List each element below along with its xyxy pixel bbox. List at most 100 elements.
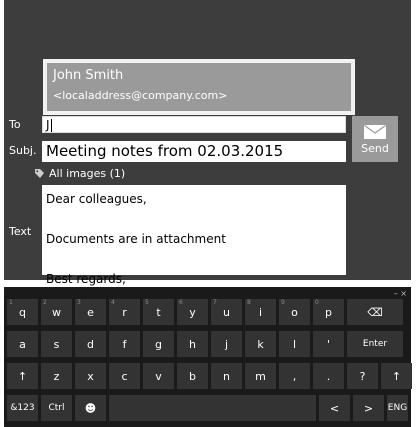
key-label: c [121, 369, 128, 383]
key-label: ↑ [391, 369, 402, 383]
key-l[interactable]: l [279, 331, 310, 357]
key-f[interactable]: f [109, 331, 140, 357]
backspace-key[interactable]: ⌫ [347, 299, 403, 325]
key-number-hint: 0 [315, 299, 319, 306]
key-label: h [189, 337, 196, 351]
key-label: ⌫ [367, 305, 383, 319]
key-p[interactable]: 0p [313, 299, 344, 325]
key-s[interactable]: s [41, 331, 72, 357]
key-apostrophe[interactable]: ' [313, 331, 344, 357]
key-number-hint: 4 [111, 299, 115, 306]
shift-left-key[interactable]: ↑ [7, 363, 38, 389]
key-label: a [19, 337, 26, 351]
key-label: x [87, 369, 94, 383]
to-label: To [9, 118, 21, 131]
key-t[interactable]: 5t [143, 299, 174, 325]
message-body[interactable]: Dear colleagues, Documents are in attach… [42, 185, 346, 286]
shift-right-key[interactable]: ↑ [381, 363, 412, 389]
key-number-hint: 3 [77, 299, 81, 306]
key-label: < [329, 401, 340, 415]
email-compose-panel: John Smith <localaddress@company.com> To… [4, 0, 411, 286]
cursor-right-key[interactable]: > [353, 395, 384, 421]
key-g[interactable]: g [143, 331, 174, 357]
keyboard-window-controls[interactable]: – × [394, 289, 407, 298]
key-u[interactable]: 7u [211, 299, 242, 325]
attachments-label: All images (1) [49, 167, 126, 180]
key-label: b [189, 369, 196, 383]
key-k[interactable]: k [245, 331, 276, 357]
key-label: ? [359, 369, 366, 383]
key-number-hint: 8 [247, 299, 251, 306]
key-m[interactable]: m [245, 363, 276, 389]
contact-suggestion[interactable]: John Smith <localaddress@company.com> [43, 59, 355, 115]
key-number-hint: 6 [179, 299, 183, 306]
send-button[interactable]: Send [352, 116, 398, 162]
key-label: ENG [387, 403, 408, 413]
key-b[interactable]: b [177, 363, 208, 389]
key-x[interactable]: x [75, 363, 106, 389]
enter-key[interactable]: Enter [347, 331, 403, 357]
body-line: Best regards, [46, 272, 126, 286]
key-i[interactable]: 8i [245, 299, 276, 325]
key-label: w [52, 305, 61, 319]
key-a[interactable]: a [7, 331, 38, 357]
key-r[interactable]: 4r [109, 299, 140, 325]
key-e[interactable]: 3e [75, 299, 106, 325]
numbers-key[interactable]: &123 [7, 395, 38, 421]
key-o[interactable]: 9o [279, 299, 310, 325]
key-label: d [87, 337, 94, 351]
key-label: > [363, 401, 374, 415]
body-line [46, 249, 346, 269]
key-label: i [258, 305, 263, 319]
key-n[interactable]: n [211, 363, 242, 389]
key-label: v [155, 369, 162, 383]
key-v[interactable]: v [143, 363, 174, 389]
key-h[interactable]: h [177, 331, 208, 357]
body-line: Dear colleagues, [46, 192, 147, 206]
key-comma[interactable]: , [279, 363, 310, 389]
key-label: u [223, 305, 230, 319]
key-y[interactable]: 6y [177, 299, 208, 325]
key-label: &123 [10, 403, 35, 413]
subject-input[interactable]: Meeting notes from 02.03.2015 [42, 141, 346, 162]
key-label: s [53, 337, 60, 351]
subj-label: Subj. [9, 144, 37, 157]
key-label: o [291, 305, 298, 319]
key-q[interactable]: 1q [7, 299, 38, 325]
to-value: J [46, 118, 50, 132]
key-label: , [292, 369, 297, 383]
key-label: l [292, 337, 297, 351]
to-input[interactable]: J [42, 116, 346, 133]
key-question[interactable]: ? [347, 363, 378, 389]
on-screen-keyboard: – × 1 q 2 w 3 e 4 r 5 t 6 y 7 u 8 i 9 o 0 p ⌫ a s d f g h j k l ' Enter… [4, 287, 412, 427]
key-label: e [87, 305, 94, 319]
key-label: p [325, 305, 332, 319]
emoji-key[interactable]: ☻ [75, 395, 106, 421]
ctrl-key[interactable]: Ctrl [41, 395, 72, 421]
cursor-left-key[interactable]: < [319, 395, 350, 421]
key-z[interactable]: z [41, 363, 72, 389]
key-label: f [122, 337, 127, 351]
text-label: Text [9, 225, 32, 238]
key-label: Enter [362, 339, 388, 349]
key-c[interactable]: c [109, 363, 140, 389]
attachments-link[interactable]: All images (1) [34, 167, 125, 180]
suggestion-email: <localaddress@company.com> [53, 89, 228, 102]
key-d[interactable]: d [75, 331, 106, 357]
key-label: . [326, 369, 331, 383]
key-label: ↑ [17, 369, 28, 383]
key-label: ' [326, 337, 331, 351]
key-label: m [255, 369, 266, 383]
key-label: k [257, 337, 264, 351]
body-line: Documents are in attachment [46, 232, 226, 246]
key-label: n [223, 369, 230, 383]
key-w[interactable]: 2w [41, 299, 72, 325]
key-number-hint: 5 [145, 299, 149, 306]
tag-icon [35, 169, 44, 178]
space-key[interactable] [109, 395, 316, 421]
key-number-hint: 9 [281, 299, 285, 306]
key-period[interactable]: . [313, 363, 344, 389]
key-j[interactable]: j [211, 331, 242, 357]
language-key[interactable]: ENG [387, 395, 408, 421]
envelope-icon [364, 125, 386, 139]
